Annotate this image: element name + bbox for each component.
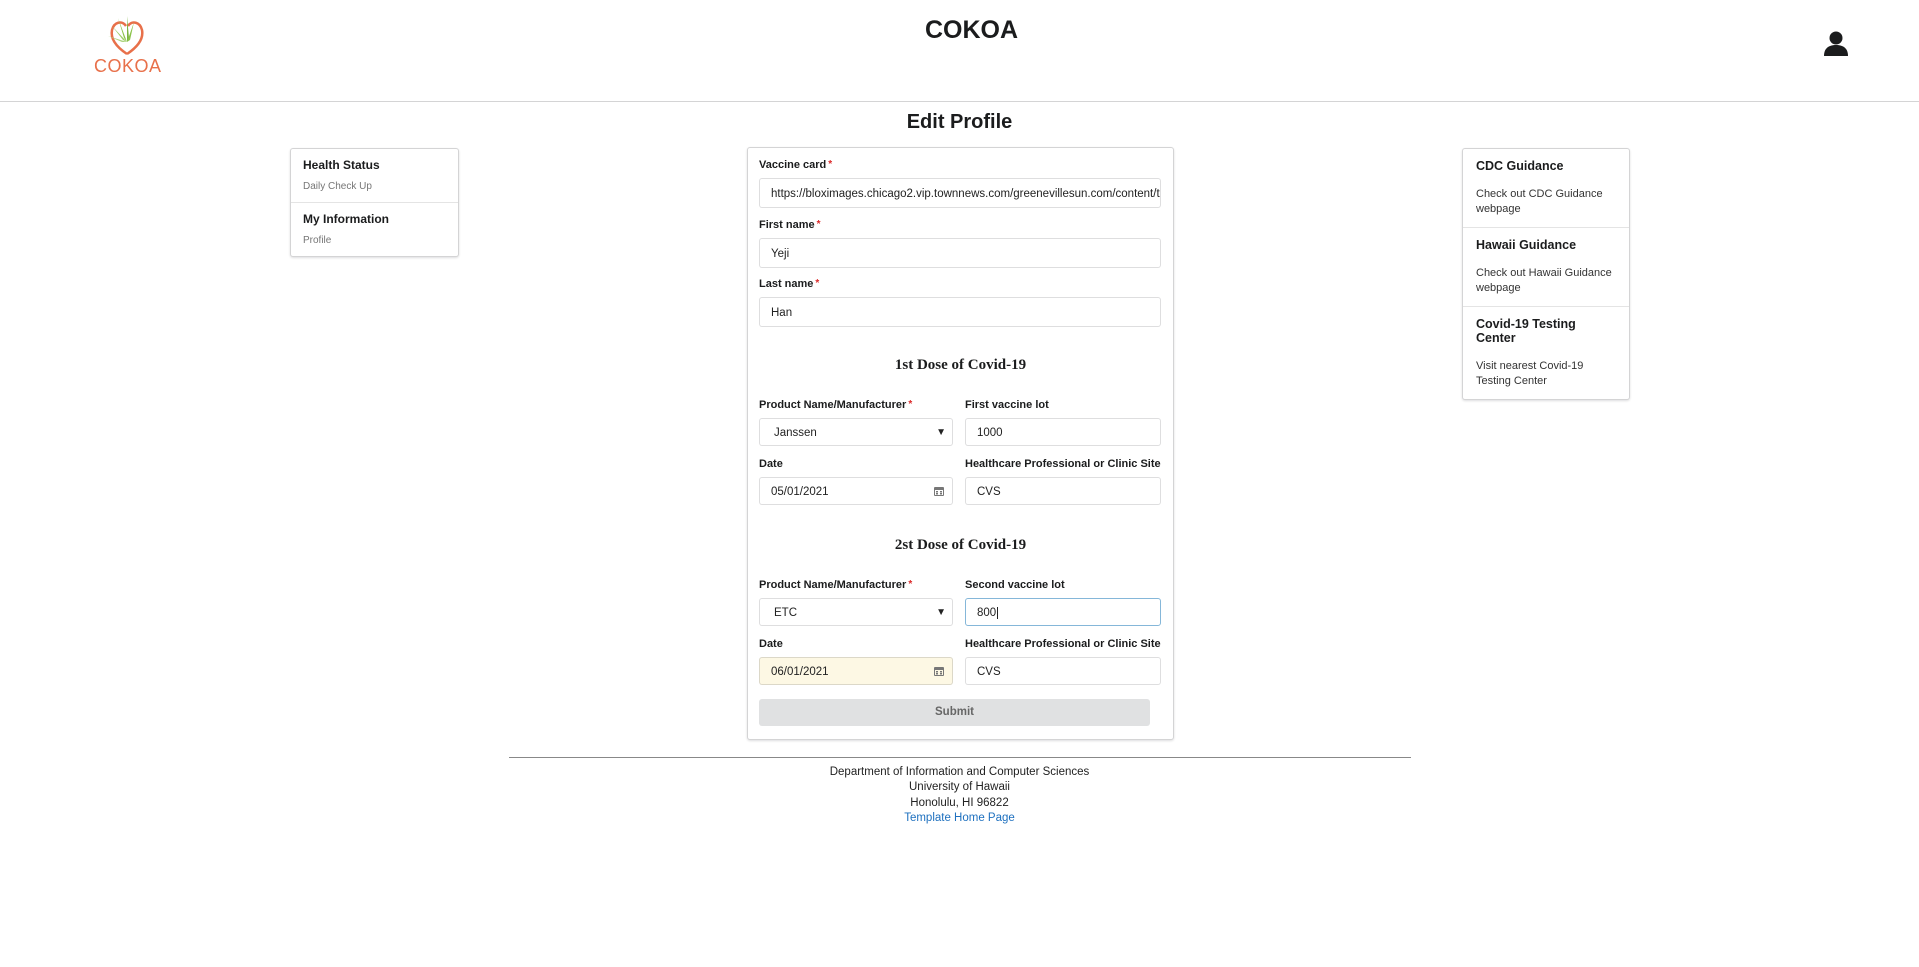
menu-item-testing-center[interactable]: Covid-19 Testing Center Visit nearest Co… xyxy=(1463,307,1629,399)
dose2-title: 2st Dose of Covid-19 xyxy=(894,537,1027,553)
dose2-site-label: Healthcare Professional or Clinic Site xyxy=(965,638,1161,650)
menu-item-hawaii-guidance[interactable]: Hawaii Guidance Check out Hawaii Guidanc… xyxy=(1463,228,1629,307)
user-icon[interactable] xyxy=(1823,30,1849,56)
menu-item-title: Covid-19 Testing Center xyxy=(1476,317,1576,345)
dose1-site-label: Healthcare Professional or Clinic Site xyxy=(965,458,1161,470)
dose1-title: 1st Dose of Covid-19 xyxy=(894,357,1027,373)
app-title: COKOA xyxy=(924,16,1019,44)
menu-item-description: Visit nearest Covid-19 Testing Center xyxy=(1476,360,1584,387)
dose1-product-select[interactable]: Janssen ▼ xyxy=(759,418,953,446)
left-side-menu: Health Status Daily Check Up My Informat… xyxy=(290,148,459,257)
calendar-icon[interactable] xyxy=(934,666,944,676)
calendar-icon[interactable] xyxy=(934,486,944,496)
vaccine-card-input[interactable]: https://bloximages.chicago2.vip.townnews… xyxy=(759,178,1161,208)
top-navbar: COKOA COKOA xyxy=(0,0,1919,102)
dose1-product-label: Product Name/Manufacturer * xyxy=(759,399,913,411)
dose2-site-input[interactable]: CVS xyxy=(965,657,1161,685)
footer-department: Department of Information and Computer S… xyxy=(829,766,1090,778)
menu-item-health-status[interactable]: Health Status Daily Check Up xyxy=(291,149,458,203)
required-mark: * xyxy=(816,219,821,230)
select-value: Janssen xyxy=(774,427,817,439)
menu-item-title: Health Status xyxy=(303,158,380,172)
edit-profile-form: Vaccine card * https://bloximages.chicago… xyxy=(747,147,1174,740)
vaccine-card-label: Vaccine card * xyxy=(759,159,833,171)
dose2-date-input[interactable]: 06/01/2021 xyxy=(759,657,953,685)
menu-item-subtitle: Profile xyxy=(303,235,332,246)
footer-address: Honolulu, HI 96822 xyxy=(910,796,1009,809)
template-home-link[interactable]: Template Home Page xyxy=(904,812,1015,824)
required-mark: * xyxy=(908,579,913,590)
menu-item-description: Check out CDC Guidance webpage xyxy=(1476,188,1603,215)
first-name-input[interactable]: Yeji xyxy=(759,238,1161,268)
dose1-lot-input[interactable]: 1000 xyxy=(965,418,1161,446)
first-name-label: First name * xyxy=(759,219,821,231)
dose1-lot-label: First vaccine lot xyxy=(965,399,1049,411)
menu-item-cdc-guidance[interactable]: CDC Guidance Check out CDC Guidance webp… xyxy=(1463,149,1629,228)
last-name-label: Last name * xyxy=(759,278,820,290)
page-title: Edit Profile xyxy=(906,111,1013,133)
select-value: ETC xyxy=(774,607,797,619)
menu-item-title: Hawaii Guidance xyxy=(1476,238,1577,252)
footer-divider xyxy=(509,757,1411,758)
chevron-down-icon: ▼ xyxy=(936,427,946,438)
footer-university: University of Hawaii xyxy=(909,781,1010,794)
dose2-product-select[interactable]: ETC ▼ xyxy=(759,598,953,626)
menu-item-my-information[interactable]: My Information Profile xyxy=(291,203,458,256)
menu-item-subtitle: Daily Check Up xyxy=(303,181,372,192)
chevron-down-icon: ▼ xyxy=(936,607,946,618)
required-mark: * xyxy=(908,399,913,410)
dose2-product-label: Product Name/Manufacturer * xyxy=(759,579,913,591)
menu-item-description: Check out Hawaii Guidance webpage xyxy=(1476,267,1612,294)
date-value: 06/01/2021 xyxy=(771,666,829,678)
last-name-input[interactable]: Han xyxy=(759,297,1161,327)
text-cursor xyxy=(997,607,999,619)
submit-button[interactable]: Submit xyxy=(759,699,1150,726)
date-value: 05/01/2021 xyxy=(771,486,829,498)
dose1-date-label: Date xyxy=(759,458,783,470)
required-mark: * xyxy=(828,159,833,170)
logo-text: COKOA xyxy=(94,56,162,76)
dose1-date-input[interactable]: 05/01/2021 xyxy=(759,477,953,505)
input-value: 800 xyxy=(977,607,997,619)
dose1-site-input[interactable]: CVS xyxy=(965,477,1161,505)
dose2-lot-input[interactable]: 800 xyxy=(965,598,1161,626)
dose2-date-label: Date xyxy=(759,638,783,650)
dose2-lot-label: Second vaccine lot xyxy=(965,579,1065,591)
menu-item-title: My Information xyxy=(303,212,389,226)
menu-item-title: CDC Guidance xyxy=(1476,159,1564,173)
footer: Department of Information and Computer S… xyxy=(0,765,1919,826)
required-mark: * xyxy=(815,278,820,289)
right-side-menu: CDC Guidance Check out CDC Guidance webp… xyxy=(1462,148,1630,400)
